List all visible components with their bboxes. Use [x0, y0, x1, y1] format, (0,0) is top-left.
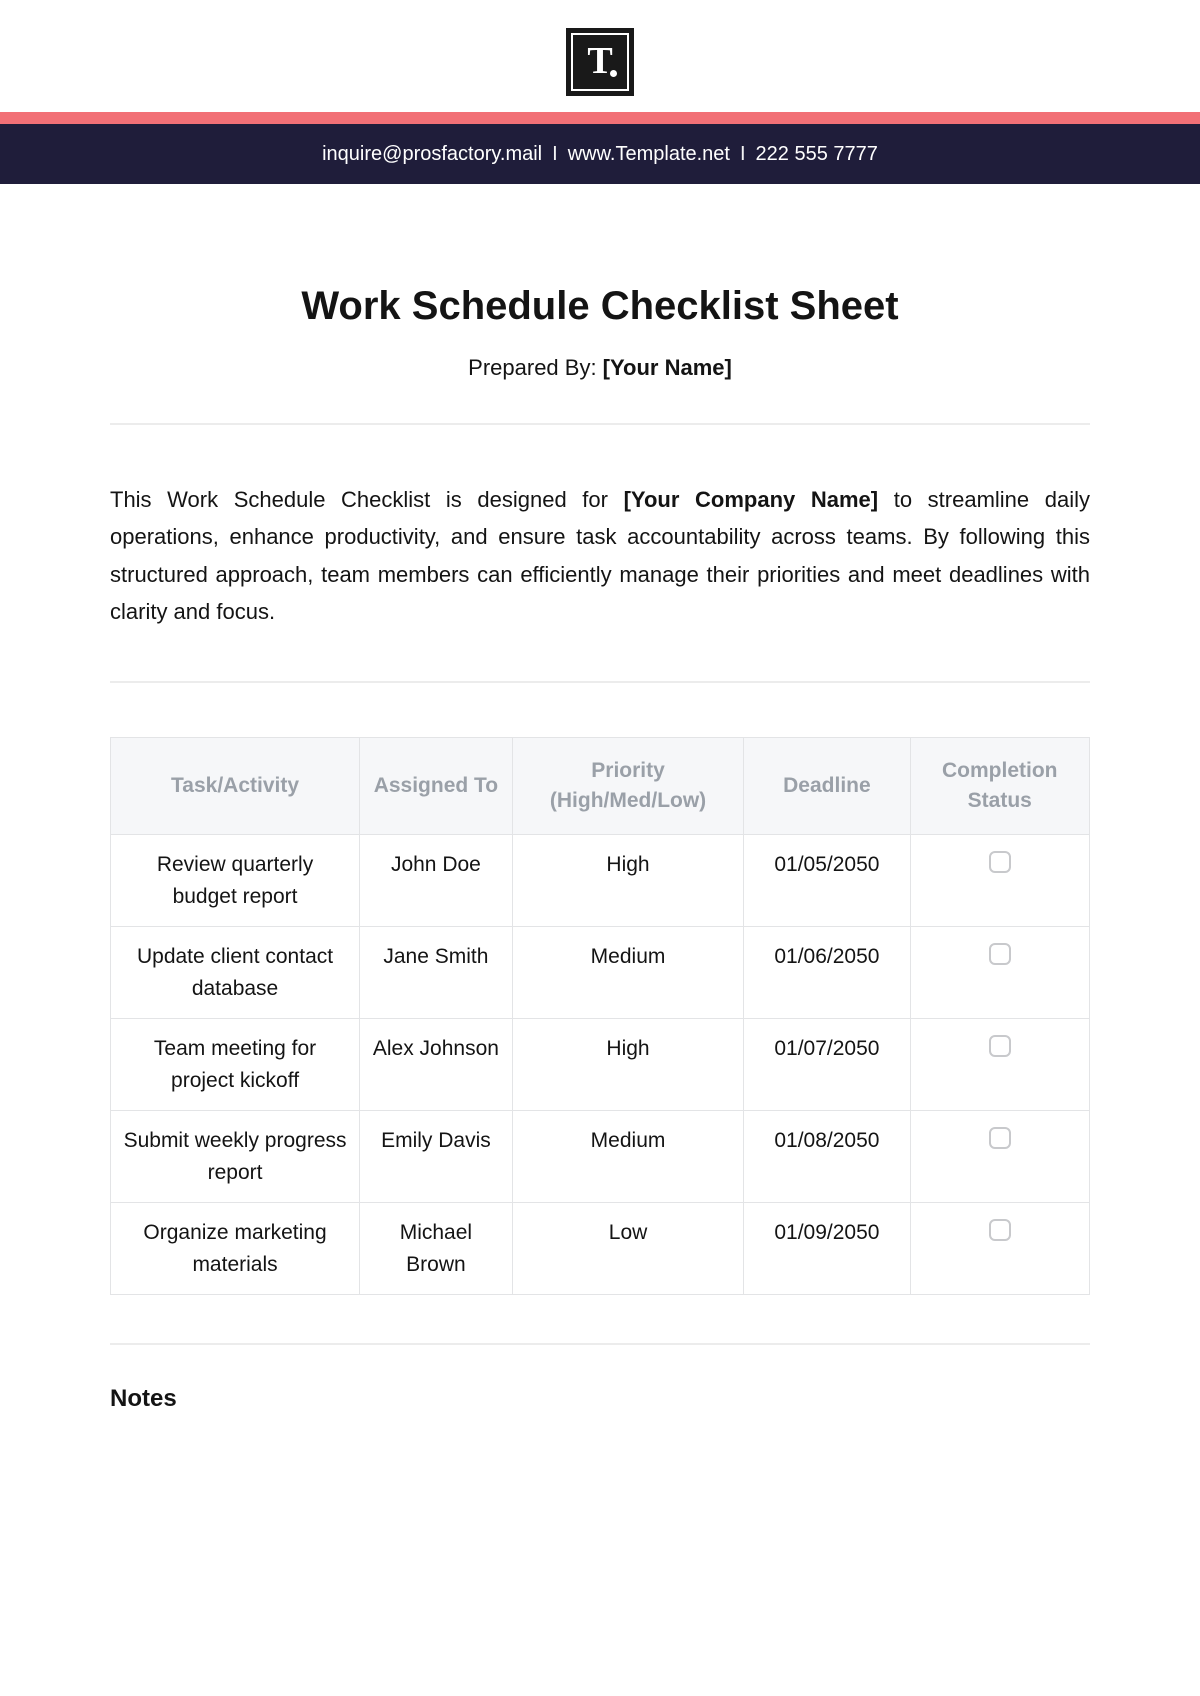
contact-website: www.Template.net [568, 143, 730, 166]
prepared-by-line: Prepared By: [Your Name] [110, 355, 1090, 381]
table-header-row: Task/Activity Assigned To Priority (High… [111, 737, 1090, 835]
contact-phone: 222 555 7777 [756, 143, 878, 166]
logo: T [566, 28, 634, 96]
divider [110, 681, 1090, 683]
cell-status [910, 1203, 1090, 1295]
cell-task: Review quarterly budget report [111, 835, 360, 927]
cell-priority: High [512, 835, 744, 927]
cell-assigned: Jane Smith [360, 927, 513, 1019]
cell-task: Team meeting for project kickoff [111, 1019, 360, 1111]
table-row: Review quarterly budget report John Doe … [111, 835, 1090, 927]
header-assigned: Assigned To [360, 737, 513, 835]
cell-priority: Medium [512, 1111, 744, 1203]
divider [110, 423, 1090, 425]
page-title: Work Schedule Checklist Sheet [110, 284, 1090, 329]
logo-dot-icon [610, 70, 617, 77]
table-body: Review quarterly budget report John Doe … [111, 835, 1090, 1295]
schedule-table: Task/Activity Assigned To Priority (High… [110, 737, 1090, 1296]
table-row: Team meeting for project kickoff Alex Jo… [111, 1019, 1090, 1111]
completion-checkbox[interactable] [989, 1219, 1011, 1241]
cell-task: Update client contact database [111, 927, 360, 1019]
cell-assigned: Emily Davis [360, 1111, 513, 1203]
schedule-table-container: Task/Activity Assigned To Priority (High… [110, 737, 1090, 1296]
table-header: Task/Activity Assigned To Priority (High… [111, 737, 1090, 835]
completion-checkbox[interactable] [989, 1035, 1011, 1057]
table-row: Update client contact database Jane Smit… [111, 927, 1090, 1019]
cell-assigned: Alex Johnson [360, 1019, 513, 1111]
intro-text-pre: This Work Schedule Checklist is designed… [110, 487, 624, 512]
contact-bar: inquire@prosfactory.mail I www.Template.… [0, 124, 1200, 184]
completion-checkbox[interactable] [989, 851, 1011, 873]
cell-assigned: Michael Brown [360, 1203, 513, 1295]
header-deadline: Deadline [744, 737, 910, 835]
logo-letter: T [587, 42, 612, 80]
cell-priority: High [512, 1019, 744, 1111]
completion-checkbox[interactable] [989, 1127, 1011, 1149]
table-row: Submit weekly progress report Emily Davi… [111, 1111, 1090, 1203]
document-content: Work Schedule Checklist Sheet Prepared B… [0, 184, 1200, 1413]
cell-deadline: 01/06/2050 [744, 927, 910, 1019]
logo-container: T [0, 0, 1200, 112]
header-status: Completion Status [910, 737, 1090, 835]
intro-paragraph: This Work Schedule Checklist is designed… [110, 481, 1090, 631]
table-row: Organize marketing materials Michael Bro… [111, 1203, 1090, 1295]
contact-separator: I [740, 143, 746, 166]
cell-deadline: 01/05/2050 [744, 835, 910, 927]
cell-task: Organize marketing materials [111, 1203, 360, 1295]
cell-priority: Low [512, 1203, 744, 1295]
contact-email: inquire@prosfactory.mail [322, 143, 542, 166]
notes-heading: Notes [110, 1385, 1090, 1413]
completion-checkbox[interactable] [989, 943, 1011, 965]
cell-deadline: 01/07/2050 [744, 1019, 910, 1111]
cell-task: Submit weekly progress report [111, 1111, 360, 1203]
prepared-by-label: Prepared By: [468, 355, 603, 380]
prepared-by-value: [Your Name] [603, 355, 732, 380]
contact-separator: I [552, 143, 558, 166]
cell-deadline: 01/09/2050 [744, 1203, 910, 1295]
cell-status [910, 835, 1090, 927]
header-task: Task/Activity [111, 737, 360, 835]
cell-assigned: John Doe [360, 835, 513, 927]
accent-stripe [0, 112, 1200, 124]
logo-inner: T [571, 33, 629, 91]
cell-status [910, 927, 1090, 1019]
cell-priority: Medium [512, 927, 744, 1019]
intro-company-placeholder: [Your Company Name] [624, 487, 879, 512]
divider [110, 1343, 1090, 1345]
header-priority: Priority (High/Med/Low) [512, 737, 744, 835]
cell-deadline: 01/08/2050 [744, 1111, 910, 1203]
cell-status [910, 1019, 1090, 1111]
cell-status [910, 1111, 1090, 1203]
